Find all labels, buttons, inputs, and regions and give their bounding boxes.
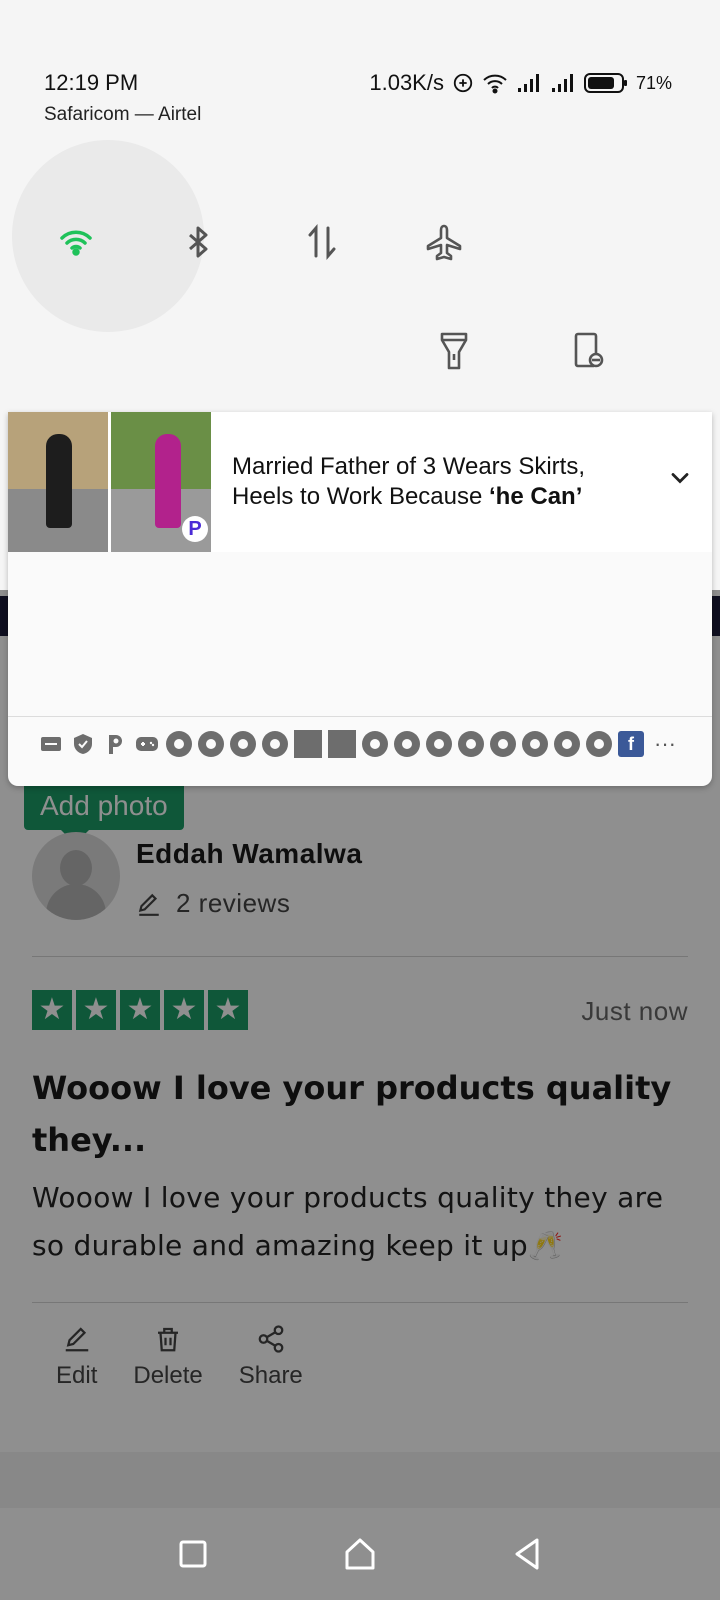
message-icon (38, 731, 64, 757)
chevron-down-icon[interactable] (666, 464, 694, 492)
chrome-icon (522, 731, 548, 757)
notification-title-bold: ‘he Can’ (489, 483, 583, 510)
photo-figure (46, 434, 72, 528)
recents-icon[interactable] (175, 1536, 211, 1572)
more-icon[interactable]: ··· (650, 731, 680, 757)
battery-icon (583, 73, 627, 93)
network-speed: 1.03K/s (369, 70, 444, 95)
home-icon[interactable] (342, 1536, 378, 1572)
notification-title: Married Father of 3 Wears Skirts, Heels … (232, 452, 652, 512)
screen-rotation-icon (574, 332, 604, 368)
airplane-mode-toggle[interactable] (416, 214, 472, 270)
shield-icon (70, 731, 96, 757)
mobile-data-icon (308, 223, 336, 261)
chrome-icon (230, 731, 256, 757)
bluetooth-icon (189, 226, 208, 258)
notification-divider (8, 716, 712, 717)
mobile-data-toggle[interactable] (294, 214, 350, 270)
notification-shade: 12:19 PM 1.03K/s 71% Safaricom — Airtel … (0, 0, 720, 786)
back-icon[interactable] (509, 1536, 545, 1572)
chrome-icon (554, 731, 580, 757)
chrome-icon (362, 731, 388, 757)
bluetooth-toggle[interactable] (170, 214, 226, 270)
system-navigation-bar (0, 1508, 720, 1600)
wifi-icon (60, 230, 92, 256)
news-notification[interactable]: P Married Father of 3 Wears Skirts, Heel… (8, 412, 712, 786)
collapsed-notification-icons[interactable]: f ··· (38, 730, 680, 758)
signal-icon (517, 74, 539, 92)
chrome-icon (426, 731, 452, 757)
flashlight-icon (440, 332, 468, 370)
chrome-icon (394, 731, 420, 757)
chrome-icon (458, 731, 484, 757)
chrome-icon (262, 731, 288, 757)
p-icon (102, 731, 128, 757)
chrome-icon (586, 731, 612, 757)
flashlight-toggle[interactable] (426, 322, 482, 378)
chrome-icon (490, 731, 516, 757)
carrier-names: Safaricom — Airtel (44, 104, 202, 125)
wifi-toggle[interactable] (48, 214, 104, 270)
signal-icon (551, 74, 573, 92)
game-icon (134, 731, 160, 757)
image-icon (328, 730, 356, 758)
app-badge-icon: P (182, 516, 208, 542)
airplane-mode-icon (426, 224, 462, 261)
status-indicators: 1.03K/s 71% (369, 70, 672, 96)
photo-figure (155, 434, 181, 528)
notification-thumbnail (8, 412, 108, 552)
notification-header: P Married Father of 3 Wears Skirts, Heel… (8, 412, 712, 552)
status-time: 12:19 PM (44, 70, 139, 95)
chrome-icon (198, 731, 224, 757)
data-saver-icon (453, 73, 473, 93)
facebook-icon: f (618, 731, 644, 757)
battery-percent: 71% (635, 72, 672, 93)
screen-rotation-toggle[interactable] (560, 322, 616, 378)
wifi-status-icon (483, 74, 507, 94)
image-icon (294, 730, 322, 758)
chrome-icon (166, 731, 192, 757)
